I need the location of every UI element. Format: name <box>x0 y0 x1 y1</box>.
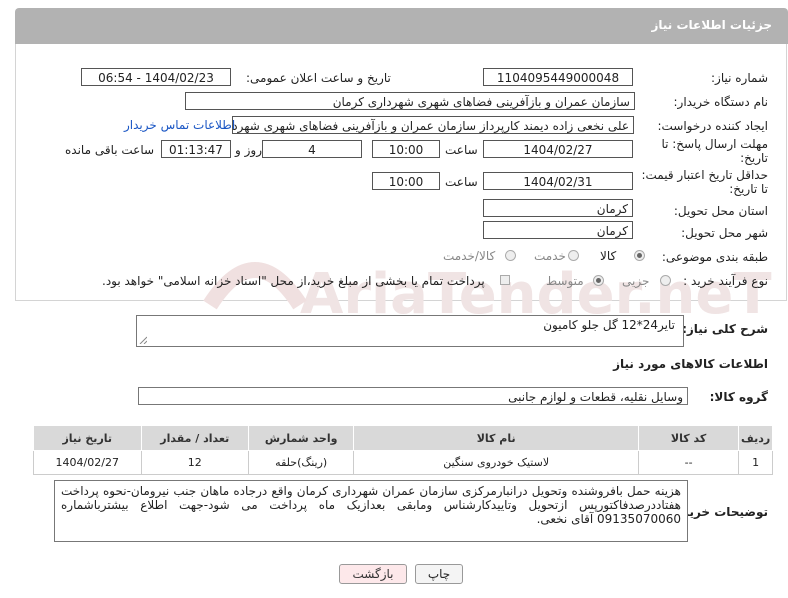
goods-table: ردیف کد کالا نام کالا واحد شمارش تعداد /… <box>33 425 773 475</box>
col-name: نام کالا <box>353 425 639 451</box>
announce-label: تاریخ و ساعت اعلان عمومی: <box>246 71 391 85</box>
process-radio-medium[interactable] <box>593 275 604 286</box>
treasury-payment-note: پرداخت تمام یا بخشی از مبلغ خرید،از محل … <box>102 274 485 288</box>
time-remaining-label: ساعت باقی مانده <box>65 143 155 157</box>
goods-group-field: وسایل نقلیه، قطعات و لوازم جانبی <box>138 387 688 405</box>
price-validity-time-label: ساعت <box>445 175 478 189</box>
cell-code: -- <box>637 450 740 475</box>
goods-section-title: اطلاعات کالاهای مورد نیاز <box>613 357 768 371</box>
province-label: استان محل تحویل: <box>673 204 768 218</box>
cell-name: لاستیک خودروی سنگین <box>353 450 639 475</box>
category-option-goods: کالا <box>600 249 617 263</box>
need-number-field: 1104095449000048 <box>483 68 633 86</box>
deadline-time-label: ساعت <box>445 143 478 157</box>
col-row: ردیف <box>738 425 773 451</box>
cell-date: 1404/02/27 <box>33 450 142 475</box>
description-textarea[interactable]: تایر24*12 گل جلو کامیون <box>136 315 684 347</box>
price-validity-time-field: 10:00 <box>372 172 440 190</box>
goods-table-header: ردیف کد کالا نام کالا واحد شمارش تعداد /… <box>33 425 773 451</box>
requester-field: علی نخعی زاده دیمند کارپرداز سازمان عمرا… <box>232 116 634 134</box>
price-validity-label: حداقل تاریخ اعتبار قیمت: <box>641 168 768 182</box>
buyer-org-field: سازمان عمران و بازآفرینی فضاهای شهری شهر… <box>185 92 635 110</box>
category-label: طبقه بندی موضوعی: <box>661 250 768 264</box>
deadline-time-field: 10:00 <box>372 140 440 158</box>
time-remaining-field: 01:13:47 <box>161 140 231 158</box>
description-label: شرح کلی نیاز: <box>682 322 768 336</box>
col-qty: تعداد / مقدار <box>140 425 249 451</box>
print-button[interactable]: چاپ <box>415 564 463 584</box>
category-option-service: خدمت <box>534 249 566 263</box>
price-validity-date-field: 1404/02/31 <box>483 172 633 190</box>
requester-label: ایجاد کننده درخواست: <box>657 119 768 133</box>
buyer-org-label: نام دستگاه خریدار: <box>673 95 769 109</box>
city-field: کرمان <box>483 221 633 239</box>
process-radio-minor[interactable] <box>660 275 671 286</box>
table-row: 1 -- لاستیک خودروی سنگین (رینگ)حلقه 12 1… <box>33 450 773 475</box>
process-option-minor: جزیی <box>622 274 650 288</box>
category-option-goods-service: کالا/خدمت <box>443 249 496 263</box>
price-validity-date-label: تا تاریخ: <box>729 182 768 196</box>
category-radio-goods[interactable] <box>634 250 645 261</box>
col-unit: واحد شمارش <box>247 425 355 451</box>
back-button[interactable]: بازگشت <box>339 564 407 584</box>
cell-row: 1 <box>738 450 773 475</box>
cell-qty: 12 <box>140 450 249 475</box>
cell-unit: (رینگ)حلقه <box>247 450 355 475</box>
city-label: شهر محل تحویل: <box>681 226 768 240</box>
announce-field: 1404/02/23 - 06:54 <box>81 68 231 86</box>
resize-grip-icon[interactable] <box>139 336 147 344</box>
col-code: کد کالا <box>637 425 740 451</box>
buyer-contact-link[interactable]: اطلاعات تماس خریدار <box>124 118 235 132</box>
col-date: تاریخ نیاز <box>33 425 142 451</box>
treasury-payment-checkbox[interactable] <box>500 275 510 285</box>
deadline-date-label: تاریخ: <box>740 151 768 165</box>
goods-group-label: گروه کالا: <box>709 390 768 404</box>
process-type-label: نوع فرآیند خرید : <box>683 274 768 288</box>
description-text: تایر24*12 گل جلو کامیون <box>543 318 675 332</box>
process-option-medium: متوسط <box>546 274 584 288</box>
buyer-notes-text: هزینه حمل بافروشنده وتحویل درانبارمرکزی … <box>61 484 681 526</box>
days-remaining-field: 4 <box>262 140 362 158</box>
page-title: جزئیات اطلاعات نیاز <box>651 18 772 32</box>
days-label: روز و <box>235 143 262 157</box>
buyer-notes-textarea[interactable]: هزینه حمل بافروشنده وتحویل درانبارمرکزی … <box>54 480 688 542</box>
category-radio-goods-service[interactable] <box>505 250 516 261</box>
province-field: کرمان <box>483 199 633 217</box>
need-number-label: شماره نیاز: <box>711 71 768 85</box>
category-radio-service[interactable] <box>568 250 579 261</box>
page-header: جزئیات اطلاعات نیاز <box>15 8 788 44</box>
deadline-label: مهلت ارسال پاسخ: تا <box>661 137 768 151</box>
deadline-date-field: 1404/02/27 <box>483 140 633 158</box>
